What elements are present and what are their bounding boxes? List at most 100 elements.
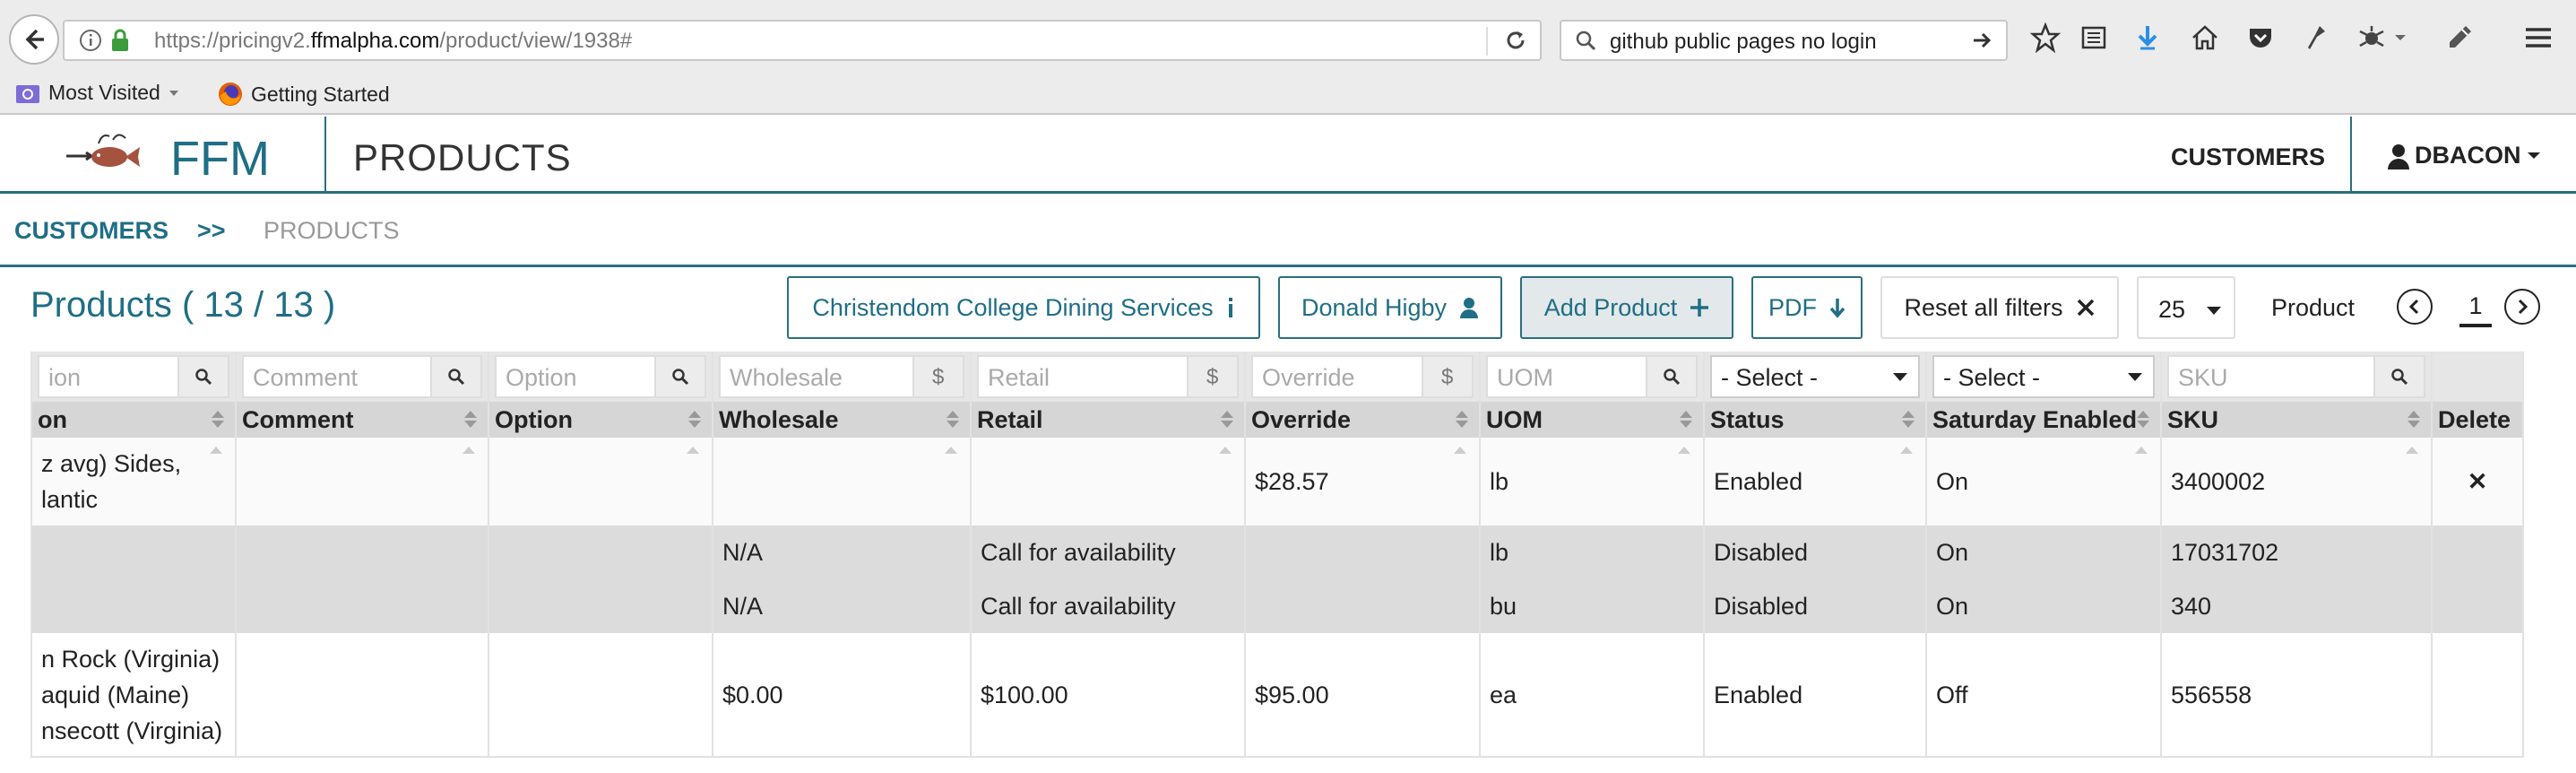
uom-filter[interactable]: UOM — [1486, 355, 1698, 398]
column-header-comment[interactable]: Comment — [235, 402, 489, 438]
sort-icon[interactable] — [2137, 411, 2149, 428]
address-bar[interactable]: https://pricingv2.ffmalpha.com/product/v… — [63, 20, 1542, 61]
eyedropper-icon[interactable] — [2440, 18, 2479, 57]
dollar-icon[interactable]: $ — [912, 357, 963, 396]
search-icon[interactable] — [430, 357, 480, 396]
cell-override: $95.00 — [1244, 633, 1481, 758]
cell-delete — [2431, 525, 2524, 579]
dollar-icon[interactable]: $ — [1187, 357, 1237, 396]
override-filter[interactable]: Override $ — [1251, 355, 1474, 398]
nav-customers-link[interactable]: CUSTOMERS — [2171, 143, 2325, 171]
filter-placeholder: Retail — [988, 364, 1050, 391]
current-page[interactable]: 1 — [2459, 292, 2492, 327]
search-icon[interactable] — [1646, 357, 1696, 396]
table-row[interactable]: N/A Call for availability bu Disabled On… — [30, 579, 2524, 633]
prev-page-button[interactable] — [2397, 289, 2433, 325]
wholesale-filter[interactable]: Wholesale $ — [719, 355, 964, 398]
sort-icon[interactable] — [1456, 411, 1468, 428]
brand-name[interactable]: FFM — [170, 131, 270, 187]
sort-icon[interactable] — [2407, 411, 2420, 428]
extension-dropdown-icon[interactable] — [2390, 18, 2411, 57]
retail-filter[interactable]: Retail $ — [977, 355, 1239, 398]
caret-down-icon — [2128, 373, 2142, 381]
add-product-button[interactable]: Add Product — [1520, 276, 1733, 339]
caret-down-icon — [2207, 307, 2221, 315]
bookmark-getting-started[interactable]: Getting Started — [217, 81, 390, 108]
search-go-icon[interactable] — [1970, 29, 1993, 56]
cell-uom: ea — [1479, 633, 1705, 758]
header-row: on Comment Option Wholesale Retail Overr… — [30, 402, 2524, 438]
pocket-icon[interactable] — [2241, 18, 2280, 57]
column-header-description[interactable]: on — [30, 402, 237, 438]
table-row[interactable]: N/A Call for availability lb Disabled On… — [30, 525, 2524, 579]
reset-filters-button[interactable]: Reset all filters — [1880, 276, 2119, 339]
column-header-saturday[interactable]: Saturday Enabled — [1925, 402, 2162, 438]
back-button[interactable] — [9, 14, 59, 65]
cell-wholesale: $0.00 — [712, 633, 972, 758]
hamburger-menu-icon[interactable] — [2519, 18, 2558, 57]
plus-icon — [1690, 299, 1709, 317]
browser-toolbar: https://pricingv2.ffmalpha.com/product/v… — [0, 0, 2576, 74]
saturday-filter-select[interactable]: - Select - — [1932, 355, 2155, 398]
cell-uom: lb — [1479, 438, 1705, 525]
column-header-override[interactable]: Override — [1244, 402, 1481, 438]
user-menu[interactable]: DBACON — [2386, 142, 2543, 169]
column-header-status[interactable]: Status — [1703, 402, 1927, 438]
sort-icon[interactable] — [464, 411, 477, 428]
reading-list-icon[interactable] — [2074, 18, 2114, 57]
delete-button[interactable]: ✕ — [2431, 438, 2524, 525]
dollar-icon[interactable]: $ — [1422, 357, 1472, 396]
search-icon — [1574, 29, 1597, 56]
pdf-button[interactable]: PDF — [1751, 276, 1863, 339]
sort-icon[interactable] — [1221, 411, 1233, 428]
cell-comment — [235, 525, 489, 579]
page-size-select[interactable]: 25 — [2137, 276, 2235, 339]
sort-icon[interactable] — [947, 411, 959, 428]
sort-icon[interactable] — [212, 411, 224, 428]
back-arrow-icon — [25, 29, 44, 50]
cell-retail: Call for availability — [970, 525, 1246, 579]
extension-bug-icon[interactable] — [2352, 18, 2391, 57]
search-icon[interactable] — [2373, 357, 2424, 396]
breadcrumb-customers[interactable]: CUSTOMERS — [14, 217, 169, 245]
sort-icon[interactable] — [688, 411, 701, 428]
pin-tool-icon[interactable] — [2296, 18, 2336, 57]
home-icon[interactable] — [2185, 18, 2225, 57]
download-icon[interactable] — [2128, 18, 2167, 57]
table-row[interactable]: n Rock (Virginia) aquid (Maine) nsecott (V… — [30, 633, 2524, 758]
status-filter-select[interactable]: - Select - — [1710, 355, 1920, 398]
column-header-retail[interactable]: Retail — [970, 402, 1246, 438]
table-row[interactable]: z avg) Sides, lantic $28.57 lb Enabled On… — [30, 438, 2524, 525]
app-header: FFM PRODUCTS CUSTOMERS DBACON — [0, 117, 2576, 194]
contact-button[interactable]: Donald Higby — [1278, 276, 1502, 339]
option-filter[interactable]: Option — [495, 355, 706, 398]
description-filter[interactable]: ion — [38, 355, 229, 398]
breadcrumb-products: PRODUCTS — [264, 217, 400, 244]
bookmark-star-icon[interactable] — [2026, 18, 2065, 57]
reload-icon[interactable] — [1504, 29, 1527, 56]
sku-filter[interactable]: SKU — [2167, 355, 2425, 398]
column-header-sku[interactable]: SKU — [2160, 402, 2433, 438]
filter-placeholder: Override — [1262, 364, 1355, 391]
products-table: ion Comment Option Wholesale $ Retail $ Ov… — [30, 352, 2524, 758]
search-icon[interactable] — [654, 357, 705, 396]
customer-button[interactable]: Christendom College Dining Services — [787, 276, 1260, 339]
info-icon[interactable] — [79, 29, 102, 56]
column-header-wholesale[interactable]: Wholesale — [712, 402, 972, 438]
sort-icon[interactable] — [1680, 411, 1692, 428]
cell-override: $28.57 — [1244, 438, 1481, 525]
comment-filter[interactable]: Comment — [242, 355, 482, 398]
products-table-container[interactable]: ion Comment Option Wholesale $ Retail $ Ov… — [30, 352, 2540, 773]
cell-sku: 340 — [2160, 579, 2433, 633]
column-header-uom[interactable]: UOM — [1479, 402, 1705, 438]
next-page-button[interactable] — [2504, 289, 2540, 325]
select-value: - Select - — [1943, 364, 2041, 391]
search-icon[interactable] — [177, 357, 228, 396]
sort-icon[interactable] — [1902, 411, 1915, 428]
ffm-logo-icon[interactable] — [63, 127, 152, 186]
svg-text:$: $ — [1206, 365, 1218, 388]
column-header-option[interactable]: Option — [488, 402, 713, 438]
search-bar[interactable]: github public pages no login — [1560, 20, 2008, 61]
bookmark-most-visited[interactable]: Most Visited — [14, 81, 180, 105]
caret-down-icon — [2527, 152, 2540, 159]
